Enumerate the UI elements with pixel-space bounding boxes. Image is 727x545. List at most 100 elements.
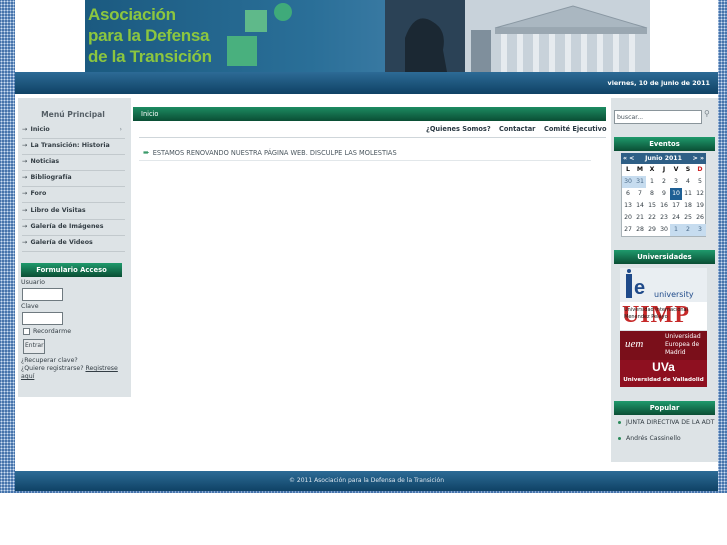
calendar-day[interactable]: 28 xyxy=(634,224,646,236)
menu-item-historia[interactable]: → La Transición: Historia xyxy=(22,139,125,155)
events-title: Eventos xyxy=(614,137,715,151)
calendar-next-button[interactable]: > » xyxy=(693,155,704,162)
calendar-day[interactable]: 25 xyxy=(682,212,694,224)
calendar-day[interactable]: 4 xyxy=(682,176,694,188)
logo-squares-graphic xyxy=(227,3,292,66)
calendar-day[interactable]: 3 xyxy=(670,176,682,188)
nav-contactar[interactable]: Contactar xyxy=(499,125,535,133)
calendar-day[interactable]: 23 xyxy=(658,212,670,224)
remember-me-checkbox[interactable] xyxy=(23,328,30,335)
calendar-day[interactable]: 11 xyxy=(682,188,694,200)
menu-item-label: Foro xyxy=(30,190,47,197)
menu-item-galeria-videos[interactable]: → Galería de Videos xyxy=(22,236,125,252)
calendar-day[interactable]: 26 xyxy=(694,212,706,224)
renovation-notice: ➨ ESTAMOS RENOVANDO NUESTRA PÁGINA WEB. D… xyxy=(143,148,397,157)
nav-comite-ejecutivo[interactable]: Comité Ejecutivo xyxy=(544,125,607,133)
menu-item-label: Bibliografía xyxy=(30,174,72,181)
calendar-day[interactable]: 13 xyxy=(622,200,634,212)
site-logo-text: Asociación para la Defensa de la Transic… xyxy=(88,4,228,67)
calendar-day[interactable]: 24 xyxy=(670,212,682,224)
calendar-day[interactable]: 1 xyxy=(670,224,682,236)
logo-line-3: de la Transición xyxy=(88,47,212,66)
calendar-day[interactable]: 30 xyxy=(658,224,670,236)
calendar-day[interactable]: 14 xyxy=(634,200,646,212)
login-form-title: Formulario Acceso xyxy=(21,263,122,277)
remember-me-label: Recordarme xyxy=(33,328,72,335)
arrow-right-icon: → xyxy=(22,223,28,230)
logo-line-1: Asociación xyxy=(88,5,176,24)
university-logo-uimp[interactable]: UIMP Universidad Internacional Menéndez … xyxy=(620,302,707,330)
calendar-header: « < Junio 2011 > » xyxy=(621,153,706,164)
calendar-day[interactable]: 15 xyxy=(646,200,658,212)
calendar-day[interactable]: 1 xyxy=(646,176,658,188)
calendar-day[interactable]: 22 xyxy=(646,212,658,224)
calendar-day[interactable]: 21 xyxy=(634,212,646,224)
header-banner[interactable]: Asociación para la Defensa de la Transic… xyxy=(85,0,650,72)
search-input[interactable]: buscar... xyxy=(614,110,702,124)
calendar-day[interactable]: 31 xyxy=(634,176,646,188)
password-input[interactable] xyxy=(22,312,63,325)
calendar-weekday: X xyxy=(649,166,655,173)
calendar-day[interactable]: 29 xyxy=(646,224,658,236)
svg-text:e: e xyxy=(634,277,645,299)
page: Asociación para la Defensa de la Transic… xyxy=(0,0,727,545)
calendar-day[interactable]: 8 xyxy=(646,188,658,200)
nav-quienes-somos[interactable]: ¿Quienes Somos? xyxy=(426,125,491,133)
popular-item-label[interactable]: JUNTA DIRECTIVA DE LA ADT xyxy=(618,419,718,427)
menu-item-noticias[interactable]: → Noticias xyxy=(22,155,125,171)
username-label: Usuario xyxy=(21,279,45,286)
calendar-day[interactable]: 12 xyxy=(694,188,706,200)
username-input[interactable] xyxy=(22,288,63,301)
menu-item-galeria-imagenes[interactable]: → Galería de Imágenes xyxy=(22,220,125,236)
calendar-weekday: M xyxy=(636,166,644,173)
calendar-day[interactable]: 7 xyxy=(634,188,646,200)
popular-item[interactable]: Andrés Cassinello xyxy=(618,435,718,443)
calendar-day-today[interactable]: 10 xyxy=(670,188,682,200)
uem-mark: uem xyxy=(625,338,644,350)
header-spacer-left xyxy=(15,0,85,72)
menu-item-foro[interactable]: → Foro xyxy=(22,187,125,203)
calendar-day[interactable]: 16 xyxy=(658,200,670,212)
calendar-day[interactable]: 5 xyxy=(694,176,706,188)
university-logo-ie[interactable]: e university xyxy=(620,268,707,302)
calendar-day[interactable]: 30 xyxy=(622,176,634,188)
register-line: ¿Quiere registrarse? Registrese aquí xyxy=(21,365,129,381)
search-icon[interactable]: ⚲ xyxy=(704,109,710,118)
menu-item-label: Galería de Videos xyxy=(30,239,93,246)
calendar-grid: L M X J V S D 30 31 1 2 3 4 5 6 7 8 9 10 11 12 13 14 15 16 17 18 19… xyxy=(621,164,706,237)
forgot-password-link[interactable]: ¿Recuperar clave? xyxy=(21,357,78,365)
arrow-right-icon: → xyxy=(22,174,28,181)
calendar-day[interactable]: 6 xyxy=(622,188,634,200)
calendar-day[interactable]: 9 xyxy=(658,188,670,200)
login-submit-button[interactable]: Entrar xyxy=(23,339,45,354)
calendar-day[interactable]: 20 xyxy=(622,212,634,224)
menu-item-label: Libro de Visitas xyxy=(30,207,86,214)
calendar-day[interactable]: 2 xyxy=(658,176,670,188)
bullet-icon xyxy=(618,421,621,424)
uimp-label: Universidad Internacional Menéndez Pelay… xyxy=(624,307,689,320)
arrow-right-icon: → xyxy=(22,239,28,246)
calendar-day[interactable]: 3 xyxy=(694,224,706,236)
ie-university-label: university xyxy=(654,290,694,299)
arrow-right-icon: → xyxy=(22,126,28,133)
arrow-right-icon: → xyxy=(22,190,28,197)
bullet-icon xyxy=(618,437,621,440)
university-logo-uem[interactable]: uem Universidad Europea de Madrid xyxy=(620,331,707,360)
popular-item[interactable]: JUNTA DIRECTIVA DE LA ADT xyxy=(618,419,718,427)
password-label: Clave xyxy=(21,303,39,310)
menu-item-label: Galería de Imágenes xyxy=(30,223,104,230)
menu-item-bibliografia[interactable]: → Bibliografía xyxy=(22,171,125,187)
university-logo-uva[interactable]: UVa Universidad de Valladolid xyxy=(620,360,707,387)
calendar-weekday: L xyxy=(626,166,630,173)
menu-item-inicio[interactable]: → Inicio › xyxy=(22,123,125,139)
calendar-day[interactable]: 18 xyxy=(682,200,694,212)
calendar-weekday: V xyxy=(673,166,679,173)
breadcrumb[interactable]: Inicio xyxy=(133,107,606,121)
popular-item-label[interactable]: Andrés Cassinello xyxy=(618,435,718,443)
calendar-day[interactable]: 27 xyxy=(622,224,634,236)
menu-item-libro-visitas[interactable]: → Libro de Visitas xyxy=(22,204,125,220)
menu-item-label: La Transición: Historia xyxy=(30,142,110,149)
calendar-day[interactable]: 19 xyxy=(694,200,706,212)
calendar-day[interactable]: 2 xyxy=(682,224,694,236)
calendar-day[interactable]: 17 xyxy=(670,200,682,212)
